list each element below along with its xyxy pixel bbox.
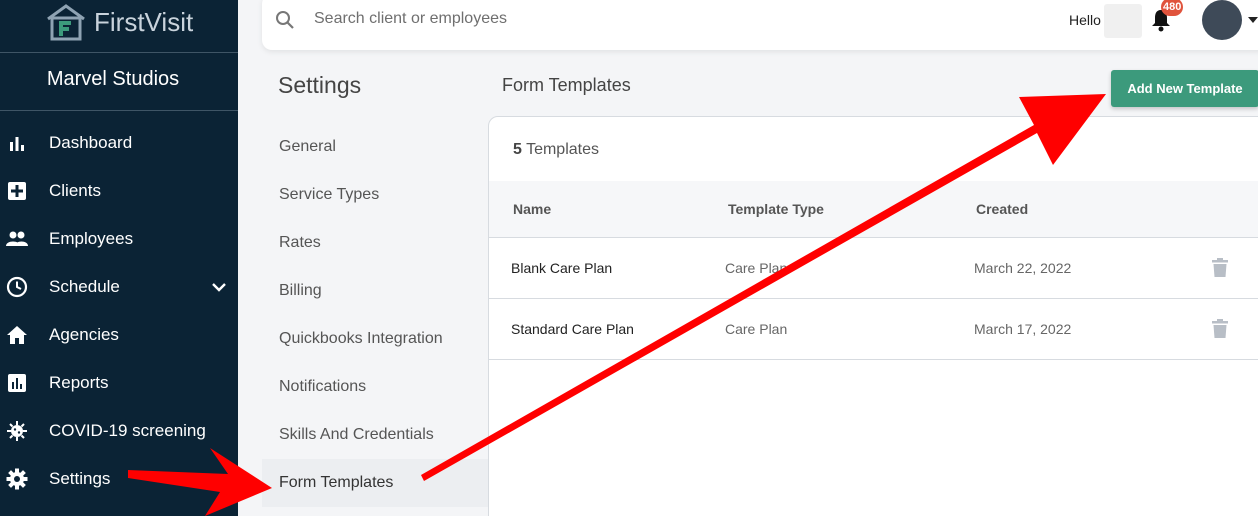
gear-icon <box>6 468 28 490</box>
table-row[interactable]: Standard Care Plan Care Plan March 17, 2… <box>489 299 1258 360</box>
sidebar-item-reports[interactable]: Reports <box>0 359 238 407</box>
caret-down-icon[interactable] <box>1248 16 1258 24</box>
divider <box>0 52 238 53</box>
sidebar-item-agencies[interactable]: Agencies <box>0 311 238 359</box>
sidebar-item-covid-screening[interactable]: COVID-19 screening <box>0 407 238 455</box>
column-header-name[interactable]: Name <box>513 201 551 217</box>
settings-item-billing[interactable]: Billing <box>262 267 488 315</box>
avatar[interactable] <box>1202 0 1242 40</box>
divider <box>0 110 238 111</box>
medical-plus-icon <box>6 180 28 202</box>
sidebar-nav: Dashboard Clients Employees Schedule Age… <box>0 119 238 503</box>
search-input[interactable] <box>314 4 734 34</box>
bar-chart-icon <box>6 132 28 154</box>
greeting: Hello <box>1069 12 1101 28</box>
sidebar-item-label: Clients <box>49 181 101 200</box>
sidebar-item-schedule[interactable]: Schedule <box>0 263 238 311</box>
template-name[interactable]: Blank Care Plan <box>511 260 612 276</box>
settings-item-form-templates[interactable]: Form Templates <box>262 459 488 507</box>
sidebar-item-label: Dashboard <box>49 133 133 152</box>
table-row[interactable]: Blank Care Plan Care Plan March 22, 2022 <box>489 238 1258 299</box>
add-new-template-button[interactable]: Add New Template <box>1111 70 1258 107</box>
table-header: Name Template Type Created <box>489 181 1258 238</box>
sidebar-item-label: Schedule <box>49 277 120 296</box>
settings-item-service-types[interactable]: Service Types <box>262 171 488 219</box>
sidebar-item-settings[interactable]: Settings <box>0 455 238 503</box>
house-logo-icon <box>47 4 85 41</box>
home-icon <box>6 324 28 346</box>
sidebar-item-label: COVID-19 screening <box>49 421 206 440</box>
trash-icon[interactable] <box>1212 319 1228 339</box>
template-created: March 17, 2022 <box>974 321 1072 337</box>
clock-icon <box>6 276 28 298</box>
page-title: Form Templates <box>502 75 631 95</box>
settings-item-general[interactable]: General <box>262 123 488 171</box>
search-icon <box>276 11 294 29</box>
top-bar: Hello 480 <box>262 0 1258 50</box>
brand-name: FirstVisit <box>94 6 194 37</box>
settings-item-quickbooks-integration[interactable]: Quickbooks Integration <box>262 315 488 363</box>
sidebar-item-clients[interactable]: Clients <box>0 167 238 215</box>
template-type: Care Plan <box>725 321 788 337</box>
report-icon <box>6 372 28 394</box>
template-type: Care Plan <box>725 260 788 276</box>
user-name-redacted <box>1104 4 1142 38</box>
sidebar-item-label: Employees <box>49 229 134 248</box>
sidebar: FirstVisit Marvel Studios Dashboard Clie… <box>0 0 238 516</box>
sidebar-item-employees[interactable]: Employees <box>0 215 238 263</box>
template-name[interactable]: Standard Care Plan <box>511 321 634 337</box>
brand-logo[interactable]: FirstVisit <box>44 0 193 44</box>
chevron-down-icon[interactable] <box>210 278 228 296</box>
people-icon <box>6 228 28 250</box>
column-header-template-type[interactable]: Template Type <box>728 201 824 217</box>
settings-menu: General Service Types Rates Billing Quic… <box>262 123 488 507</box>
template-created: March 22, 2022 <box>974 260 1072 276</box>
virus-icon <box>6 420 28 442</box>
templates-count-number: 5 <box>513 141 522 158</box>
sidebar-item-dashboard[interactable]: Dashboard <box>0 119 238 167</box>
settings-title: Settings <box>278 72 362 98</box>
sidebar-item-label: Reports <box>49 373 109 392</box>
sidebar-item-label: Settings <box>49 469 111 488</box>
templates-card: 5 Templates Name Template Type Created B… <box>488 116 1258 516</box>
organization-name: Marvel Studios <box>46 68 180 90</box>
settings-item-rates[interactable]: Rates <box>262 219 488 267</box>
settings-item-notifications[interactable]: Notifications <box>262 363 488 411</box>
templates-count-label: Templates <box>526 141 599 158</box>
settings-item-skills-and-credentials[interactable]: Skills And Credentials <box>262 411 488 459</box>
templates-count: 5 Templates <box>513 141 599 159</box>
trash-icon[interactable] <box>1212 258 1228 278</box>
sidebar-item-label: Agencies <box>49 325 119 344</box>
notification-badge: 480 <box>1161 0 1184 16</box>
column-header-created[interactable]: Created <box>976 201 1028 217</box>
